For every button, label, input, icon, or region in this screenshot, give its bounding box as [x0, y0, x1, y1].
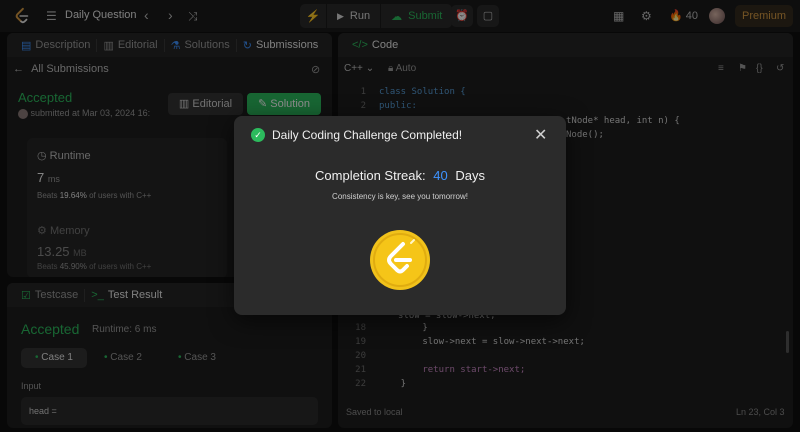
- close-icon[interactable]: ✕: [534, 125, 547, 145]
- challenge-complete-modal: ✓ Daily Coding Challenge Completed! ✕ Co…: [234, 116, 566, 315]
- streak-label: Completion Streak:: [315, 168, 426, 183]
- modal-subtitle: Consistency is key, see you tomorrow!: [332, 192, 468, 201]
- streak-value: 40: [433, 168, 448, 183]
- check-circle-icon: ✓: [251, 128, 265, 142]
- leetcode-coin-icon: [370, 230, 430, 290]
- modal-title: Daily Coding Challenge Completed!: [272, 128, 463, 142]
- streak-unit: Days: [455, 168, 485, 183]
- completion-streak: Completion Streak: 40 Days: [234, 168, 566, 183]
